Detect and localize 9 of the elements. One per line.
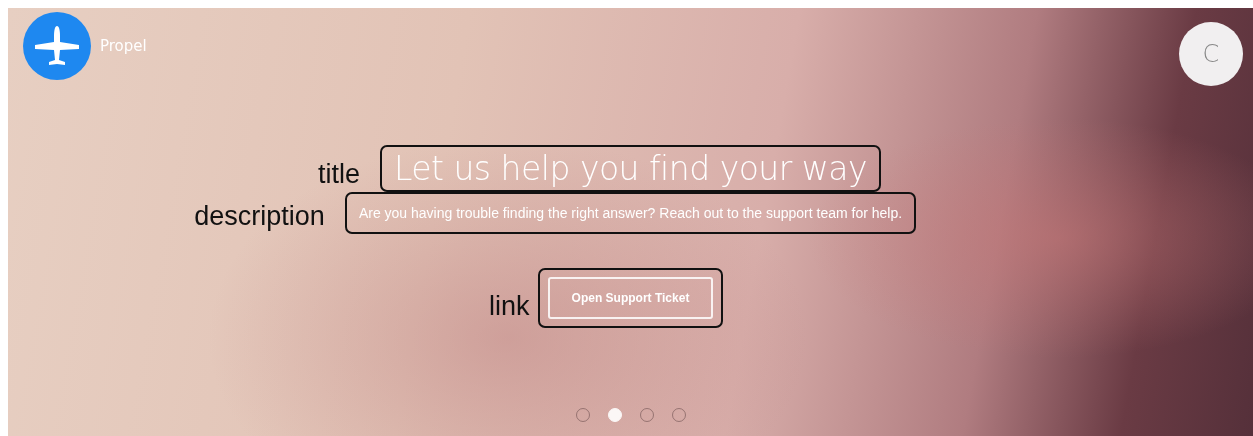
annotation-label: link — [489, 291, 530, 322]
hero-title: Let us help you find your way — [393, 149, 868, 188]
brand-name[interactable]: Propel — [100, 37, 147, 55]
annotation-label: title — [317, 159, 360, 190]
hero-description: Are you having trouble finding the right answer? Reach out to the support team for help. — [358, 205, 903, 221]
user-avatar[interactable]: C — [1179, 22, 1243, 86]
open-support-ticket-button[interactable]: Open Support Ticket — [547, 277, 714, 319]
airplane-logo-icon[interactable] — [23, 12, 91, 80]
annotation-label: description — [194, 201, 325, 232]
